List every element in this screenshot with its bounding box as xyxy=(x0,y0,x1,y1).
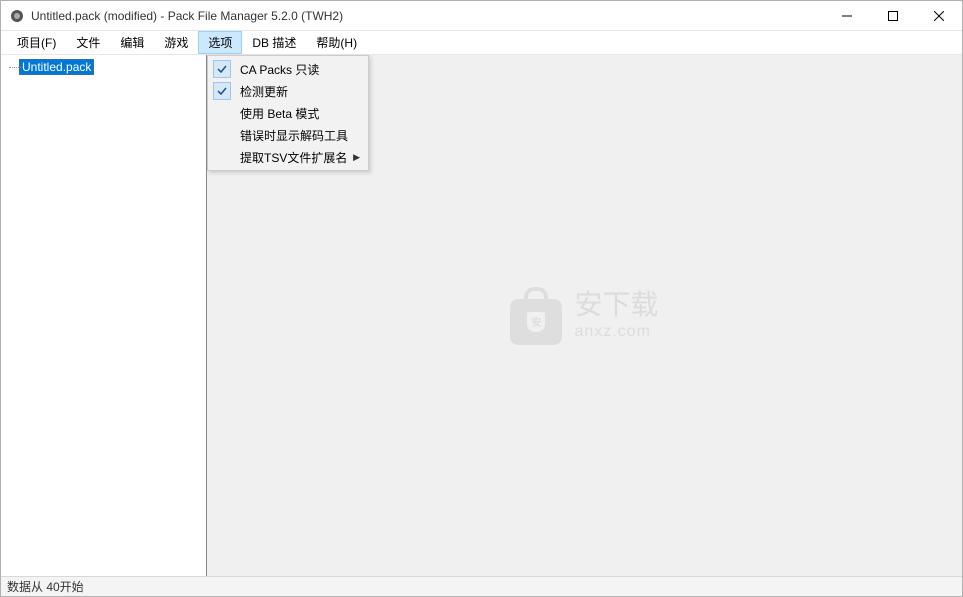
app-icon xyxy=(9,8,25,24)
menu-label: 文件 xyxy=(76,34,100,51)
menu-label: 游戏 xyxy=(164,34,188,51)
menu-label: 项目(F) xyxy=(17,34,56,51)
menubar: 项目(F) 文件 编辑 游戏 选项 DB 描述 帮助(H) CA Packs 只… xyxy=(1,31,962,55)
menu-game[interactable]: 游戏 xyxy=(154,31,198,54)
watermark-en: anxz.com xyxy=(574,323,658,341)
tree-panel[interactable]: Untitled.pack xyxy=(1,55,207,576)
menu-label: DB 描述 xyxy=(252,34,296,51)
minimize-icon xyxy=(842,11,852,21)
watermark: 安 安下载 anxz.com xyxy=(510,287,658,345)
dropdown-item-show-decoder[interactable]: 错误时显示解码工具 xyxy=(210,124,366,146)
menu-options[interactable]: 选项 xyxy=(198,31,242,54)
window-controls xyxy=(824,1,962,30)
maximize-icon xyxy=(888,11,898,21)
checkmark-icon xyxy=(210,58,234,80)
watermark-text: 安下载 anxz.com xyxy=(574,291,658,341)
minimize-button[interactable] xyxy=(824,1,870,30)
checkmark-icon xyxy=(210,80,234,102)
tree-connector-icon xyxy=(9,67,21,68)
menu-label: 选项 xyxy=(208,34,232,51)
close-button[interactable] xyxy=(916,1,962,30)
dropdown-label: 使用 Beta 模式 xyxy=(234,105,319,122)
watermark-cn: 安下载 xyxy=(574,291,658,319)
titlebar: Untitled.pack (modified) - Pack File Man… xyxy=(1,1,962,31)
status-text: 数据从 40开始 xyxy=(7,578,84,595)
close-icon xyxy=(934,11,944,21)
dropdown-label: 提取TSV文件扩展名 xyxy=(234,149,347,166)
menu-file[interactable]: 文件 xyxy=(66,31,110,54)
menu-edit[interactable]: 编辑 xyxy=(110,31,154,54)
dropdown-label: 检测更新 xyxy=(234,83,288,100)
tree-root-node[interactable]: Untitled.pack xyxy=(5,59,202,75)
dropdown-item-ca-packs-readonly[interactable]: CA Packs 只读 xyxy=(210,58,366,80)
checkmark-spacer xyxy=(210,102,234,124)
maximize-button[interactable] xyxy=(870,1,916,30)
menu-db-desc[interactable]: DB 描述 xyxy=(242,31,306,54)
dropdown-item-check-updates[interactable]: 检测更新 xyxy=(210,80,366,102)
dropdown-item-beta-mode[interactable]: 使用 Beta 模式 xyxy=(210,102,366,124)
menu-label: 帮助(H) xyxy=(316,34,357,51)
menu-label: 编辑 xyxy=(120,34,144,51)
statusbar: 数据从 40开始 xyxy=(1,576,962,596)
checkmark-spacer xyxy=(210,124,234,146)
menu-project[interactable]: 项目(F) xyxy=(7,31,66,54)
submenu-arrow-icon: ▶ xyxy=(353,152,360,163)
menu-help[interactable]: 帮助(H) xyxy=(306,31,367,54)
content-area: Untitled.pack 安 安下载 anxz.com xyxy=(1,55,962,576)
dropdown-label: 错误时显示解码工具 xyxy=(234,127,348,144)
checkmark-spacer xyxy=(210,146,234,168)
tree-root-label: Untitled.pack xyxy=(19,59,94,75)
window-title: Untitled.pack (modified) - Pack File Man… xyxy=(31,9,824,23)
dropdown-item-tsv-ext[interactable]: 提取TSV文件扩展名 ▶ xyxy=(210,146,366,168)
watermark-bag-icon: 安 xyxy=(510,287,562,345)
dropdown-label: CA Packs 只读 xyxy=(234,61,319,78)
options-dropdown: CA Packs 只读 检测更新 使用 Beta 模式 错误时显示解码工具 提取… xyxy=(207,55,369,171)
